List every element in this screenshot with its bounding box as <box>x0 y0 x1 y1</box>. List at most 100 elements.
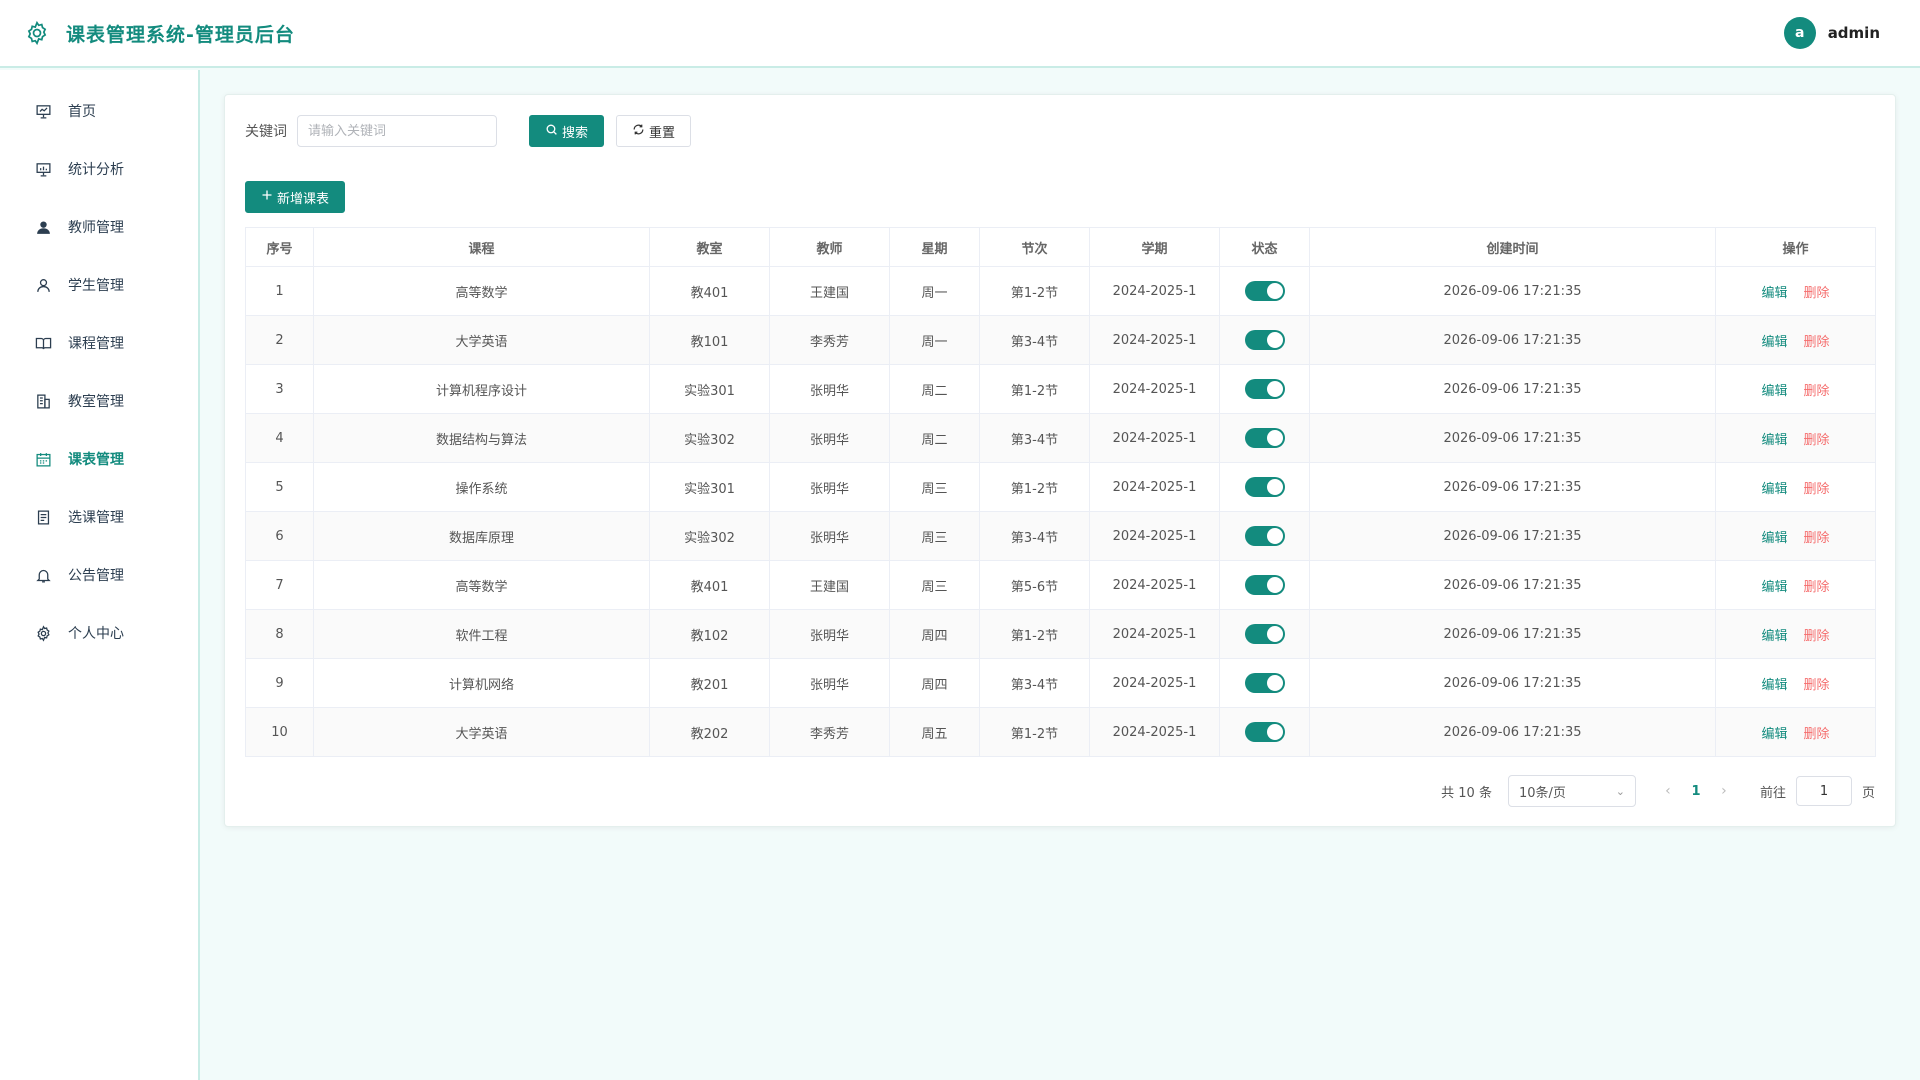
status-toggle[interactable] <box>1244 281 1285 301</box>
user-outline-icon <box>34 276 52 294</box>
index-cell: 7 <box>245 560 314 610</box>
delete-button[interactable]: 删除 <box>1804 678 1830 693</box>
term-cell: 2024-2025-1 <box>1089 364 1220 414</box>
room-cell: 实验302 <box>649 511 770 561</box>
delete-button[interactable]: 删除 <box>1804 384 1830 399</box>
status-toggle[interactable] <box>1244 526 1285 546</box>
gear-logo-icon <box>24 19 52 47</box>
page-number[interactable]: 1 <box>1680 784 1712 799</box>
next-page-icon[interactable]: › <box>1712 783 1736 799</box>
edit-button[interactable]: 编辑 <box>1761 727 1787 742</box>
index-cell: 9 <box>245 658 314 708</box>
add-timetable-label: 新增课表 <box>277 191 330 207</box>
sidebar-item-teachers[interactable]: 教师管理 <box>0 198 198 256</box>
term-cell: 2024-2025-1 <box>1089 315 1220 365</box>
teacher-cell: 张明华 <box>769 413 890 463</box>
sidebar-item-announcements[interactable]: 公告管理 <box>0 546 198 604</box>
room-cell: 实验302 <box>649 413 770 463</box>
edit-button[interactable]: 编辑 <box>1761 580 1787 595</box>
operations-cell: 编辑 删除 <box>1715 511 1876 561</box>
search-button[interactable]: 搜索 <box>529 115 605 147</box>
delete-button[interactable]: 删除 <box>1804 482 1830 497</box>
room-cell: 教201 <box>649 658 770 708</box>
column-header: 星期 <box>889 227 980 267</box>
edit-button[interactable]: 编辑 <box>1761 286 1787 301</box>
bell-icon <box>34 566 52 584</box>
gear-icon <box>34 624 52 642</box>
room-cell: 教101 <box>649 315 770 365</box>
column-header: 学期 <box>1089 227 1220 267</box>
username[interactable]: admin <box>1828 24 1880 42</box>
room-cell: 实验301 <box>649 364 770 414</box>
presentation-board-icon <box>34 102 52 120</box>
edit-button[interactable]: 编辑 <box>1761 531 1787 546</box>
sidebar-item-courses[interactable]: 课程管理 <box>0 314 198 372</box>
edit-button[interactable]: 编辑 <box>1761 629 1787 644</box>
status-toggle[interactable] <box>1244 330 1285 350</box>
status-toggle[interactable] <box>1244 624 1285 644</box>
status-toggle[interactable] <box>1244 428 1285 448</box>
delete-button[interactable]: 删除 <box>1804 531 1830 546</box>
weekday-cell: 周一 <box>889 315 980 365</box>
index-cell: 2 <box>245 315 314 365</box>
search-icon <box>545 123 558 140</box>
table-row: 8 软件工程 教102 张明华 周四 第1-2节 2024-2025-1 2026-09-06… <box>245 609 1876 659</box>
goto-page-input[interactable] <box>1795 776 1852 806</box>
column-header: 教师 <box>769 227 890 267</box>
column-header: 操作 <box>1715 227 1876 267</box>
edit-button[interactable]: 编辑 <box>1761 335 1787 350</box>
period-cell: 第5-6节 <box>979 560 1090 610</box>
delete-button[interactable]: 删除 <box>1804 433 1830 448</box>
edit-button[interactable]: 编辑 <box>1761 678 1787 693</box>
status-toggle[interactable] <box>1244 379 1285 399</box>
period-cell: 第1-2节 <box>979 609 1090 659</box>
status-toggle[interactable] <box>1244 722 1285 742</box>
user-menu[interactable]: a admin <box>1783 17 1880 49</box>
timetable-table: 序号 课程 教室 教师 星期 节次 学期 状态 创建时间 操作 1 高等数学 教401 王建国 周一 第1-… <box>245 227 1876 757</box>
sidebar-item-timetables[interactable]: 课表管理 <box>0 430 198 488</box>
status-toggle[interactable] <box>1244 575 1285 595</box>
teacher-cell: 王建国 <box>769 266 890 316</box>
weekday-cell: 周一 <box>889 266 980 316</box>
delete-button[interactable]: 删除 <box>1804 335 1830 350</box>
sidebar-item-classrooms[interactable]: 教室管理 <box>0 372 198 430</box>
table-row: 7 高等数学 教401 王建国 周三 第5-6节 2024-2025-1 2026-09-06… <box>245 560 1876 610</box>
edit-button[interactable]: 编辑 <box>1761 384 1787 399</box>
term-cell: 2024-2025-1 <box>1089 413 1220 463</box>
keyword-input[interactable] <box>297 115 497 147</box>
term-cell: 2024-2025-1 <box>1089 609 1220 659</box>
teacher-cell: 李秀芳 <box>769 707 890 757</box>
created-time-cell: 2026-09-06 17:21:35 <box>1309 462 1716 512</box>
status-cell <box>1219 315 1310 365</box>
page-size-select[interactable]: 10条/页 ⌄ <box>1507 775 1636 807</box>
created-time-cell: 2026-09-06 17:21:35 <box>1309 364 1716 414</box>
sidebar-item-students[interactable]: 学生管理 <box>0 256 198 314</box>
app-title: 课表管理系统-管理员后台 <box>66 23 295 46</box>
sidebar-item-enrollment[interactable]: 选课管理 <box>0 488 198 546</box>
delete-button[interactable]: 删除 <box>1804 286 1830 301</box>
delete-button[interactable]: 删除 <box>1804 727 1830 742</box>
table-row: 3 计算机程序设计 实验301 张明华 周二 第1-2节 2024-2025-1 2026-0… <box>245 364 1876 414</box>
weekday-cell: 周三 <box>889 511 980 561</box>
status-toggle[interactable] <box>1244 477 1285 497</box>
period-cell: 第3-4节 <box>979 511 1090 561</box>
sidebar-item-profile[interactable]: 个人中心 <box>0 604 198 662</box>
index-cell: 10 <box>245 707 314 757</box>
sidebar-item-home[interactable]: 首页 <box>0 82 198 140</box>
edit-button[interactable]: 编辑 <box>1761 482 1787 497</box>
status-toggle[interactable] <box>1244 673 1285 693</box>
page-unit-label: 页 <box>1861 785 1875 801</box>
reset-button[interactable]: 重置 <box>616 115 692 147</box>
delete-button[interactable]: 删除 <box>1804 629 1830 644</box>
avatar[interactable]: a <box>1783 17 1816 49</box>
index-cell: 1 <box>245 266 314 316</box>
period-cell: 第1-2节 <box>979 364 1090 414</box>
edit-button[interactable]: 编辑 <box>1761 433 1787 448</box>
add-timetable-button[interactable]: 新增课表 <box>245 181 346 213</box>
created-time-cell: 2026-09-06 17:21:35 <box>1309 511 1716 561</box>
sidebar-item-statistics[interactable]: 统计分析 <box>0 140 198 198</box>
delete-button[interactable]: 删除 <box>1804 580 1830 595</box>
prev-page-icon[interactable]: ‹ <box>1656 783 1680 799</box>
total-count: 共 10 条 <box>1441 785 1492 801</box>
column-header: 状态 <box>1219 227 1310 267</box>
